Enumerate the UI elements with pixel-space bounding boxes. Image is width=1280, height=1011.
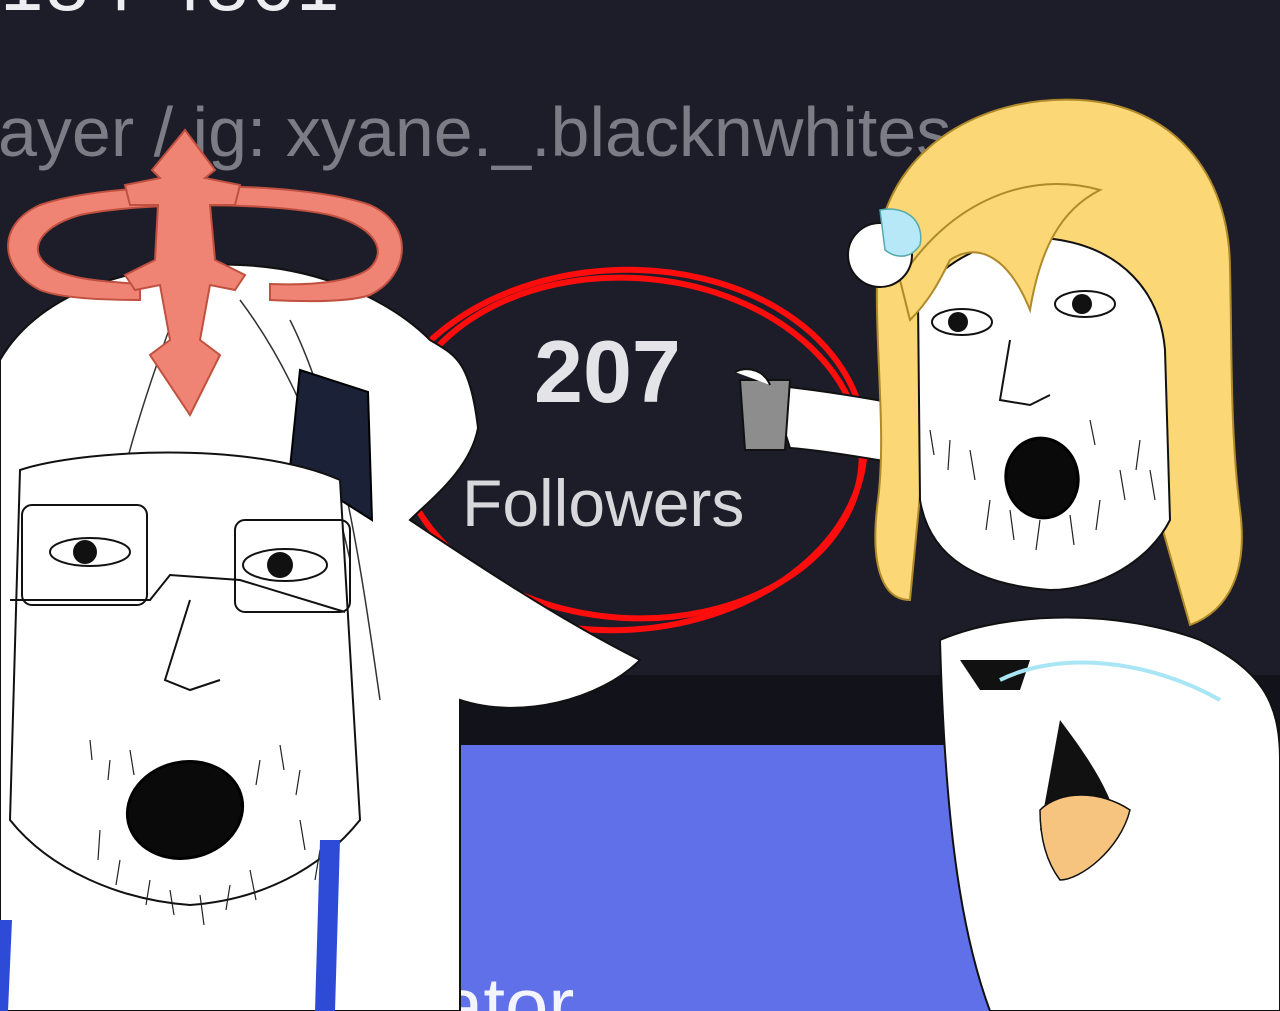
drawing-overlay — [0, 98, 1280, 1011]
meme-stage: 184 4861 ayer / ig: xyane._.blacknwhites… — [0, 0, 1280, 1011]
white-haired-character-icon — [0, 263, 642, 1011]
